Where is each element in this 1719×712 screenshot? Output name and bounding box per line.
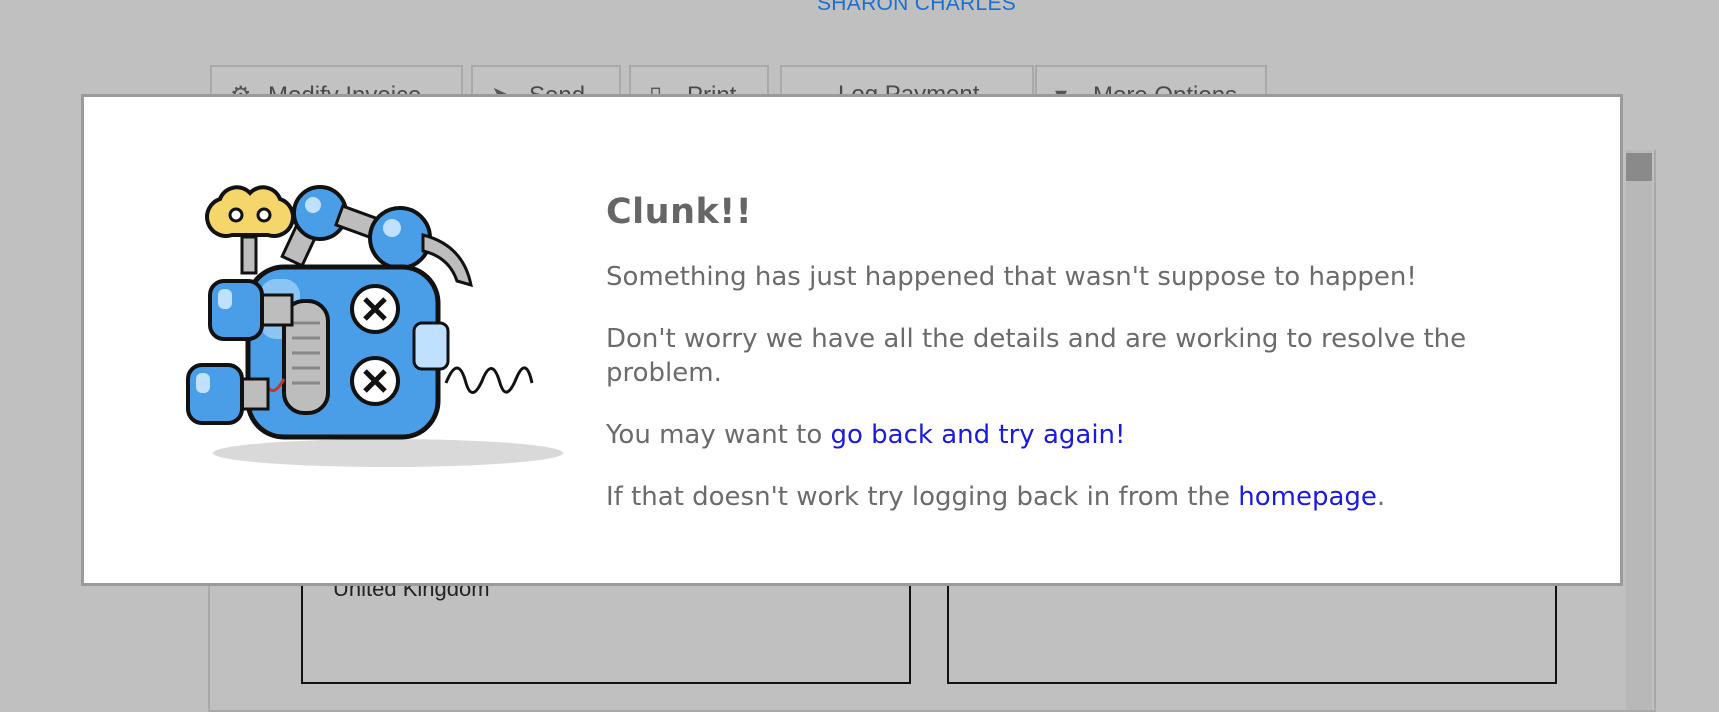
error-content: Clunk!! Something has just happened that… [606, 192, 1566, 542]
customer-name-link[interactable]: SHARON CHARLES [817, 0, 1016, 16]
scrollbar-thumb[interactable] [1626, 153, 1652, 181]
scrollbar-track[interactable] [1626, 150, 1652, 710]
error-title: Clunk!! [606, 192, 753, 232]
homepage-message: If that doesn't work try logging back in… [606, 480, 1566, 514]
reassurance-message: Don't worry we have all the details and … [606, 324, 1467, 388]
error-modal: Clunk!! Something has just happened that… [81, 94, 1623, 586]
homepage-suffix: . [1376, 482, 1386, 512]
go-back-link[interactable]: go back and try again! [831, 420, 1126, 450]
homepage-prefix: If that doesn't work try logging back in… [606, 482, 1239, 512]
go-back-prefix: You may want to [606, 420, 831, 450]
go-back-message: You may want to go back and try again! [606, 418, 1566, 452]
error-message: Something has just happened that wasn't … [606, 262, 1417, 292]
homepage-link[interactable]: homepage [1238, 482, 1377, 512]
broken-robot-illustration [186, 185, 563, 467]
